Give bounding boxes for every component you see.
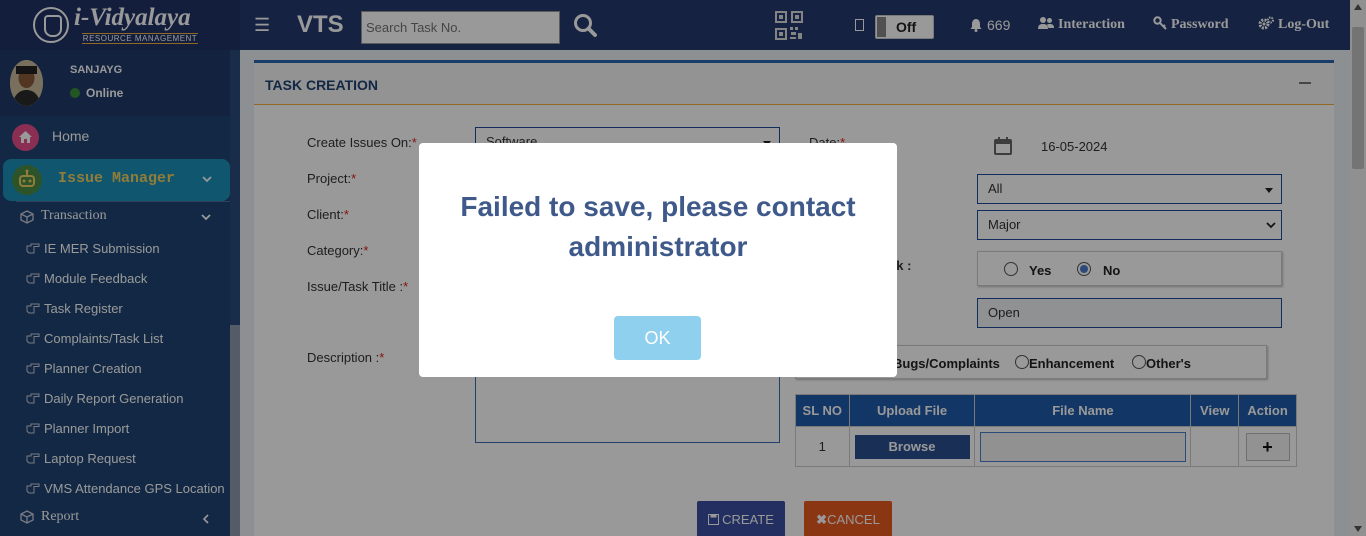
- error-dialog: Failed to save, please contact administr…: [419, 143, 897, 377]
- ok-button[interactable]: OK: [614, 316, 701, 360]
- dialog-message: Failed to save, please contact administr…: [460, 191, 856, 262]
